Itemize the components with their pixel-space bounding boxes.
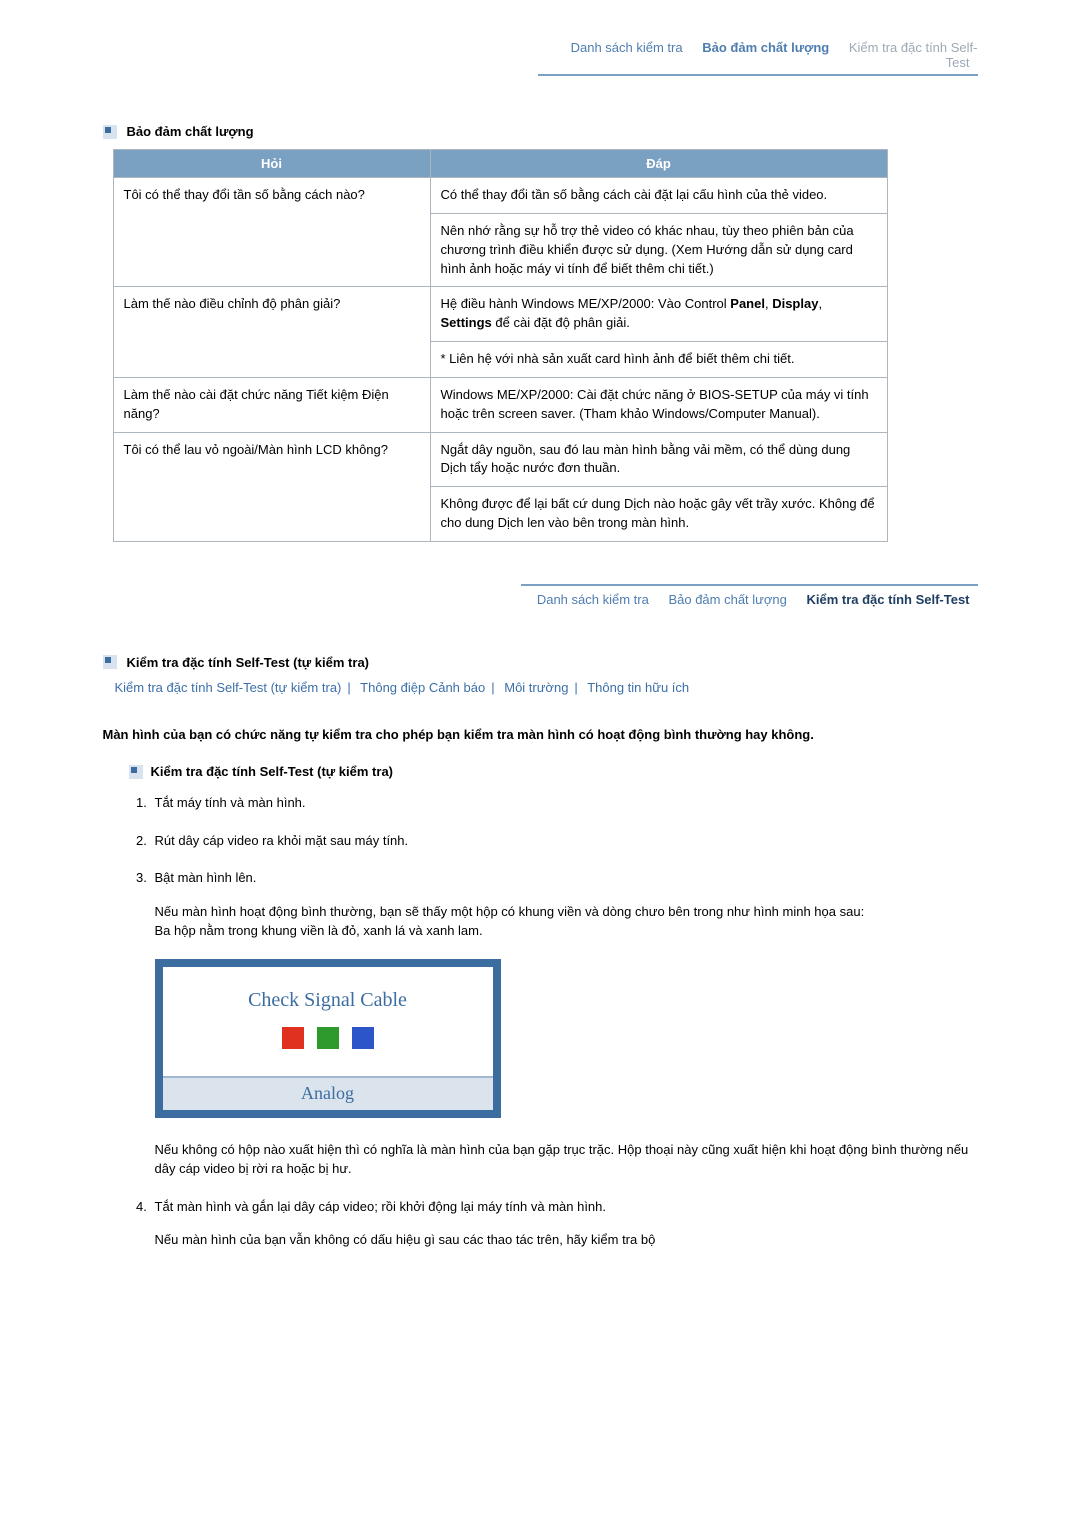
a-cell: Nên nhớ rằng sự hỗ trợ thẻ video có khác… bbox=[430, 213, 887, 287]
signal-text: Check Signal Cable bbox=[173, 985, 483, 1015]
nav-selftest[interactable]: Kiểm tra đặc tính Self-Test bbox=[798, 592, 977, 607]
sublink-warning[interactable]: Thông điệp Cảnh báo bbox=[360, 680, 485, 695]
selftest-intro: Màn hình của bạn có chức năng tự kiểm tr… bbox=[103, 725, 978, 745]
bullet-icon bbox=[103, 655, 117, 669]
step-3: Bật màn hình lên. Nếu màn hình hoạt động… bbox=[151, 868, 978, 1179]
blue-square-icon bbox=[352, 1027, 374, 1049]
table-row: Tôi có thể lau vỏ ngoài/Màn hình LCD khô… bbox=[113, 432, 887, 487]
qa-table: Hỏi Đáp Tôi có thể thay đổi tần số bằng … bbox=[113, 149, 888, 542]
sublink-selftest[interactable]: Kiểm tra đặc tính Self-Test (tự kiểm tra… bbox=[115, 680, 342, 695]
bottom-breadcrumb: Danh sách kiểm tra Bảo đảm chất lượng Ki… bbox=[521, 584, 978, 607]
a-cell: * Liên hệ với nhà sản xuất card hình ảnh… bbox=[430, 342, 887, 378]
signal-cable-illustration: Check Signal Cable Analog bbox=[155, 959, 501, 1118]
q-cell: Làm thế nào cài đặt chức năng Tiết kiệm … bbox=[113, 377, 430, 432]
step-4: Tắt màn hình và gắn lại dây cáp video; r… bbox=[151, 1197, 978, 1250]
q-cell: Tôi có thể thay đổi tần số bằng cách nào… bbox=[113, 178, 430, 287]
th-question: Hỏi bbox=[113, 150, 430, 178]
steps-list: Tắt máy tính và màn hình. Rút dây cáp vi… bbox=[151, 793, 978, 1250]
a-cell: Windows ME/XP/2000: Cài đặt chức năng ở … bbox=[430, 377, 887, 432]
nav-quality[interactable]: Bảo đảm chất lượng bbox=[660, 592, 794, 607]
step-1: Tắt máy tính và màn hình. bbox=[151, 793, 978, 813]
color-squares bbox=[173, 1027, 483, 1058]
th-answer: Đáp bbox=[430, 150, 887, 178]
nav-quality[interactable]: Bảo đảm chất lượng bbox=[694, 40, 837, 55]
step-3-desc: Nếu màn hình hoạt động bình thường, bạn … bbox=[155, 902, 978, 941]
top-breadcrumb: Danh sách kiểm tra Bảo đảm chất lượng Ki… bbox=[538, 40, 978, 76]
table-row: Làm thế nào cài đặt chức năng Tiết kiệm … bbox=[113, 377, 887, 432]
a-cell: Không được để lại bất cứ dung Dịch nào h… bbox=[430, 487, 887, 542]
q-cell: Làm thế nào điều chỉnh độ phân giải? bbox=[113, 287, 430, 378]
step-3-after: Nếu không có hộp nào xuất hiện thì có ng… bbox=[155, 1140, 978, 1179]
bullet-icon bbox=[129, 765, 143, 779]
nav-checklist[interactable]: Danh sách kiểm tra bbox=[563, 40, 691, 55]
step-2: Rút dây cáp video ra khỏi mặt sau máy tí… bbox=[151, 831, 978, 851]
sublink-info[interactable]: Thông tin hữu ích bbox=[587, 680, 689, 695]
q-cell: Tôi có thể lau vỏ ngoài/Màn hình LCD khô… bbox=[113, 432, 430, 541]
sublink-environment[interactable]: Môi trường bbox=[504, 680, 568, 695]
selftest-subheading: Kiểm tra đặc tính Self-Test (tự kiểm tra… bbox=[129, 764, 978, 779]
sublinks: Kiểm tra đặc tính Self-Test (tự kiểm tra… bbox=[115, 680, 978, 695]
section-quality-heading: Bảo đảm chất lượng bbox=[103, 124, 978, 139]
bullet-icon bbox=[103, 125, 117, 139]
section-quality-title: Bảo đảm chất lượng bbox=[127, 124, 254, 139]
section-selftest-heading: Kiểm tra đặc tính Self-Test (tự kiểm tra… bbox=[103, 655, 978, 670]
selftest-subheading-label: Kiểm tra đặc tính Self-Test (tự kiểm tra… bbox=[151, 764, 394, 779]
table-row: Làm thế nào điều chỉnh độ phân giải? Hệ … bbox=[113, 287, 887, 342]
nav-checklist[interactable]: Danh sách kiểm tra bbox=[529, 592, 657, 607]
table-row: Tôi có thể thay đổi tần số bằng cách nào… bbox=[113, 178, 887, 214]
step-4-after: Nếu màn hình của bạn vẫn không có dấu hi… bbox=[155, 1230, 978, 1250]
signal-foot: Analog bbox=[163, 1078, 493, 1110]
red-square-icon bbox=[282, 1027, 304, 1049]
nav-selftest[interactable]: Kiểm tra đặc tính Self-Test bbox=[841, 40, 978, 70]
green-square-icon bbox=[317, 1027, 339, 1049]
a-cell: Hệ điều hành Windows ME/XP/2000: Vào Con… bbox=[430, 287, 887, 342]
a-cell: Ngắt dây nguồn, sau đó lau màn hình bằng… bbox=[430, 432, 887, 487]
a-cell: Có thể thay đổi tần số bằng cách cài đặt… bbox=[430, 178, 887, 214]
section-selftest-title: Kiểm tra đặc tính Self-Test (tự kiểm tra… bbox=[127, 655, 370, 670]
